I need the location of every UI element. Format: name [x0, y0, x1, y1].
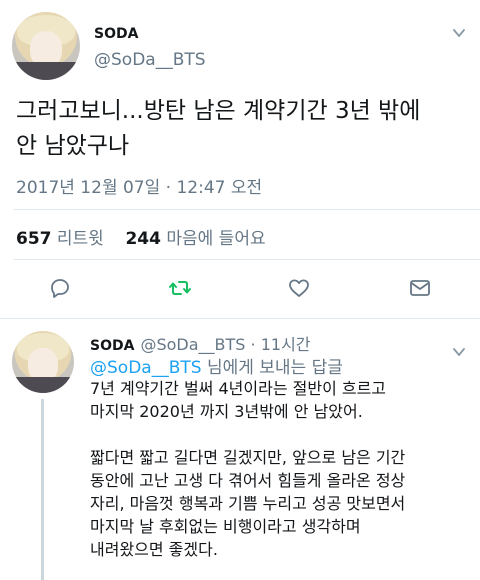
display-name[interactable]: SODA [90, 338, 134, 354]
like-label[interactable]: 마음에 들어요 [166, 229, 265, 249]
reply-text: 7년 계약기간 벌써 4년이라는 절반이 흐르고 마지막 2020년 까지 3년… [90, 377, 470, 580]
separator: · [250, 335, 256, 354]
mention-link[interactable]: @SoDa__BTS [90, 358, 202, 378]
user-handle[interactable]: @SoDa__BTS [140, 335, 245, 354]
thread-line [41, 399, 44, 580]
chevron-down-icon[interactable] [452, 26, 466, 40]
reply-time[interactable]: 11시간 [261, 335, 311, 354]
avatar[interactable] [12, 12, 80, 80]
retweet-count[interactable]: 657 [16, 229, 52, 249]
reply-paragraph: 짧다면 짧고 길다면 길겠지만, 앞으로 남은 기간 동안에 고난 고생 다 겪… [90, 448, 406, 559]
divider [14, 259, 480, 260]
user-handle[interactable]: @SoDa__BTS [94, 50, 206, 70]
action-bar [0, 272, 480, 304]
main-tweet: SODA @SoDa__BTS 그러고보니...방탄 남은 계약기간 3년 밖에… [0, 0, 480, 319]
reply-tweet[interactable]: SODA @SoDa__BTS · 11시간 @SoDa__BTS 님에게 보내는… [0, 319, 480, 580]
heart-icon[interactable] [287, 276, 311, 300]
chevron-down-icon[interactable] [452, 345, 466, 359]
like-count[interactable]: 244 [125, 229, 161, 249]
display-name[interactable]: SODA [94, 26, 138, 42]
replying-to-label: 님에게 보내는 답글 [201, 358, 343, 378]
tweet-text: 그러고보니...방탄 남은 계약기간 3년 밖에 안 남았구나 [16, 98, 421, 159]
tweet-timestamp[interactable]: 2017년 12월 07일 · 12:47 오전 [16, 173, 262, 198]
divider [14, 209, 480, 210]
retweet-icon[interactable] [168, 276, 192, 300]
retweet-label[interactable]: 리트윗 [57, 229, 104, 249]
tweet-stats: 657 리트윗 244 마음에 들어요 [16, 224, 266, 249]
replying-to: @SoDa__BTS 님에게 보내는 답글 [90, 353, 343, 378]
reply-icon[interactable] [48, 276, 72, 300]
reply-paragraph: 7년 계약기간 벌써 4년이라는 절반이 흐르고 마지막 2020년 까지 3년… [90, 379, 387, 421]
avatar[interactable] [12, 331, 74, 393]
reply-header: SODA @SoDa__BTS · 11시간 [90, 331, 311, 355]
message-icon[interactable] [408, 276, 432, 300]
